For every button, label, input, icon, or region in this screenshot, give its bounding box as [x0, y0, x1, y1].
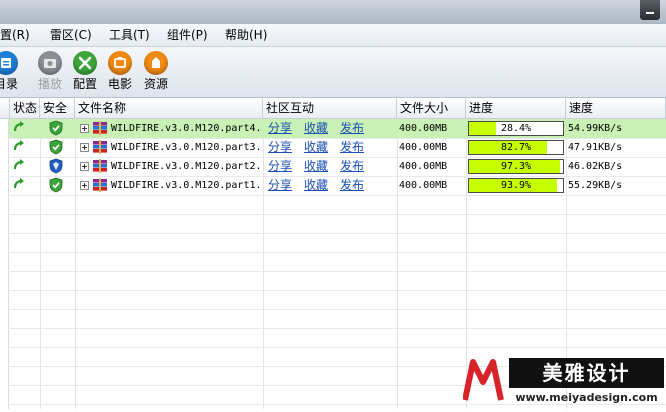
expand-icon[interactable] [80, 181, 89, 190]
favorite-link[interactable]: 收藏 [304, 119, 328, 138]
movie-icon [108, 51, 132, 75]
progress-bar: 82.7% [468, 140, 564, 155]
status-arrow-icon [12, 138, 26, 157]
list-header: 状态 安全 文件名称 社区互动 文件大小 进度 速度 [0, 98, 666, 119]
header-status[interactable]: 状态 [10, 98, 40, 118]
share-link[interactable]: 分享 [268, 119, 292, 138]
movie-button[interactable]: 电影 [102, 51, 138, 95]
favorite-link[interactable]: 收藏 [304, 157, 328, 176]
play-icon [38, 51, 62, 75]
shield-check-icon [48, 139, 64, 158]
directory-button[interactable]: 目录 [0, 51, 24, 95]
menu-minefield[interactable]: 雷区(C) [50, 27, 92, 43]
minimize-button[interactable] [640, 0, 660, 20]
menu-bar: 设置(R) 雷区(C) 工具(T) 组件(P) 帮助(H) [0, 24, 666, 47]
grid-row-line [8, 233, 666, 234]
file-size: 400.00MB [399, 142, 448, 153]
progress-text: 93.9% [500, 180, 532, 191]
header-filename[interactable]: 文件名称 [75, 98, 263, 118]
file-name: WILDFIRE.v3.0.M120.part3. [111, 142, 262, 153]
publish-link[interactable]: 发布 [340, 119, 364, 138]
table-row[interactable]: WILDFIRE.v3.0.M120.part4. 分享 收藏 发布 400.0… [9, 119, 666, 138]
status-arrow-icon [12, 157, 26, 176]
expand-icon[interactable] [80, 143, 89, 152]
grid-row-line [8, 309, 666, 310]
favorite-link[interactable]: 收藏 [304, 176, 328, 195]
watermark-url: www.meiyadesign.com [515, 391, 658, 404]
status-arrow-icon [12, 119, 26, 138]
shield-check-icon [48, 177, 64, 196]
grid-row-line [8, 271, 666, 272]
file-name: WILDFIRE.v3.0.M120.part1. [111, 180, 262, 191]
header-community[interactable]: 社区互动 [263, 98, 397, 118]
window-titlebar [0, 0, 666, 24]
header-security[interactable]: 安全 [40, 98, 75, 118]
download-speed: 46.02KB/s [568, 161, 623, 172]
file-name: WILDFIRE.v3.0.M120.part4. [111, 123, 262, 134]
movie-label: 电影 [107, 77, 132, 91]
resource-label: 资源 [143, 77, 168, 91]
progress-text: 97.3% [500, 161, 532, 172]
grid-row-line [8, 290, 666, 291]
table-row[interactable]: WILDFIRE.v3.0.M120.part2. 分享 收藏 发布 400.0… [9, 157, 666, 176]
grid-row-line [8, 214, 666, 215]
tools-icon [73, 51, 97, 75]
watermark-brand: 美雅设计 [509, 358, 664, 388]
progress-text: 28.4% [500, 123, 532, 134]
download-speed: 55.29KB/s [568, 180, 623, 191]
rar-archive-icon [92, 120, 108, 139]
header-progress[interactable]: 进度 [466, 98, 566, 118]
rar-archive-icon [92, 139, 108, 158]
publish-link[interactable]: 发布 [340, 157, 364, 176]
status-arrow-icon [12, 176, 26, 195]
header-gutter [0, 98, 10, 118]
shield-check-icon [48, 120, 64, 139]
progress-bar: 97.3% [468, 159, 564, 174]
resource-button[interactable]: 资源 [138, 51, 174, 95]
expand-icon[interactable] [80, 162, 89, 171]
table-row[interactable]: WILDFIRE.v3.0.M120.part1. 分享 收藏 发布 400.0… [9, 176, 666, 195]
shield-question-icon [48, 158, 64, 177]
progress-text: 82.7% [500, 142, 532, 153]
download-speed: 54.99KB/s [568, 123, 623, 134]
progress-bar: 93.9% [468, 178, 564, 193]
watermark: 美雅设计 www.meiyadesign.com [462, 356, 666, 409]
file-size: 400.00MB [399, 180, 448, 191]
play-label: 播放 [37, 77, 62, 91]
expand-icon[interactable] [80, 124, 89, 133]
grid-row-line [8, 347, 666, 348]
directory-icon [0, 51, 18, 75]
toolbar: 目录 播放 配置 电影 资源 [0, 47, 666, 98]
header-size[interactable]: 文件大小 [397, 98, 466, 118]
progress-bar: 28.4% [468, 121, 564, 136]
share-link[interactable]: 分享 [268, 176, 292, 195]
file-name: WILDFIRE.v3.0.M120.part2. [111, 161, 262, 172]
resource-icon [144, 51, 168, 75]
file-size: 400.00MB [399, 123, 448, 134]
header-speed[interactable]: 速度 [566, 98, 666, 118]
config-label: 配置 [72, 77, 97, 91]
publish-link[interactable]: 发布 [340, 176, 364, 195]
rar-archive-icon [92, 177, 108, 196]
play-button[interactable]: 播放 [32, 51, 68, 95]
download-speed: 47.91KB/s [568, 142, 623, 153]
menu-plugins[interactable]: 组件(P) [167, 27, 208, 43]
grid-row-line [8, 252, 666, 253]
share-link[interactable]: 分享 [268, 157, 292, 176]
menu-tools[interactable]: 工具(T) [109, 27, 150, 43]
menu-settings[interactable]: 设置(R) [0, 27, 30, 43]
rar-archive-icon [92, 158, 108, 177]
menu-help[interactable]: 帮助(H) [225, 27, 267, 43]
publish-link[interactable]: 发布 [340, 138, 364, 157]
favorite-link[interactable]: 收藏 [304, 138, 328, 157]
table-row[interactable]: WILDFIRE.v3.0.M120.part3. 分享 收藏 发布 400.0… [9, 138, 666, 157]
config-button[interactable]: 配置 [67, 51, 103, 95]
grid-row-line [8, 328, 666, 329]
file-size: 400.00MB [399, 161, 448, 172]
share-link[interactable]: 分享 [268, 138, 292, 157]
directory-label: 目录 [0, 77, 18, 91]
